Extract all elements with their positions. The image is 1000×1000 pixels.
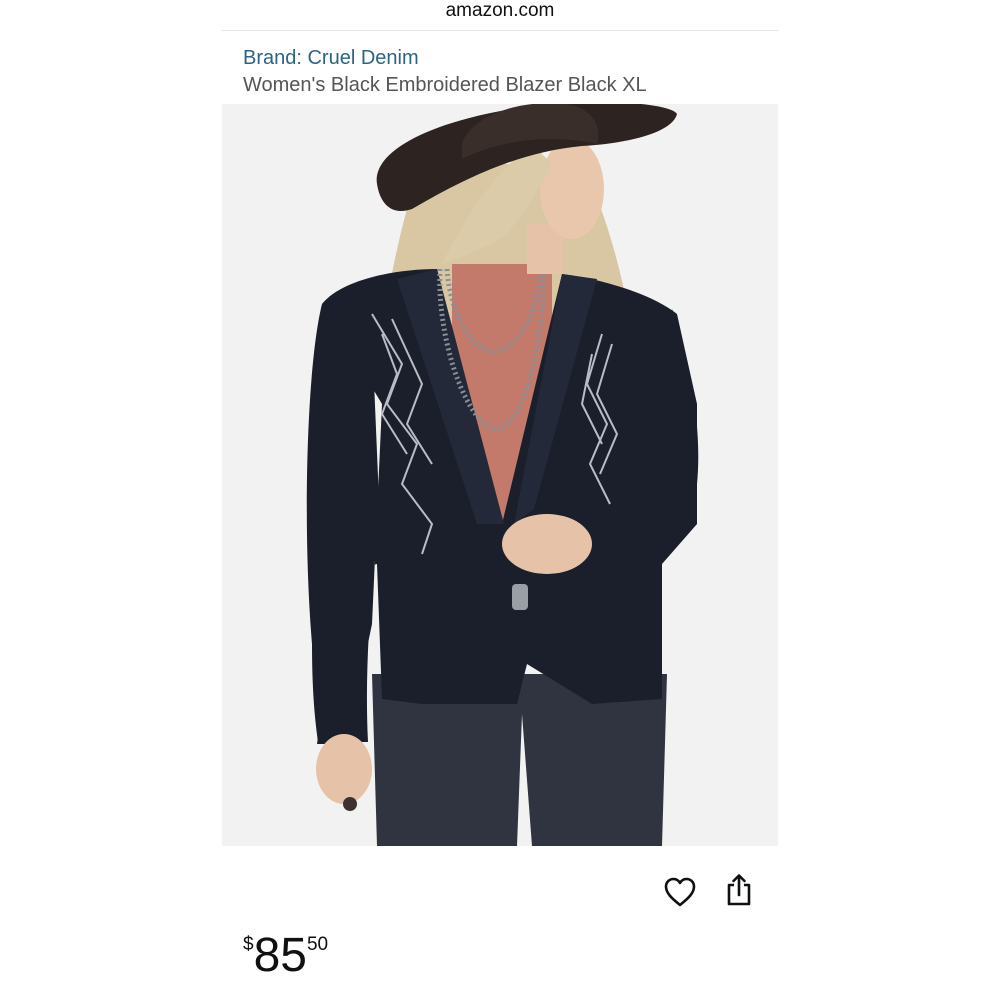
brand-link[interactable]: Brand: Cruel Denim — [243, 46, 419, 70]
product-image[interactable] — [222, 104, 778, 846]
price-fraction: 50 — [306, 934, 329, 955]
url-text: amazon.com — [445, 0, 555, 21]
wishlist-button[interactable] — [662, 874, 698, 910]
share-icon — [727, 874, 751, 906]
product-title: Women's Black Embroidered Blazer Black X… — [243, 74, 647, 96]
product-page: amazon.com Brand: Cruel Denim Women's Bl… — [0, 0, 1000, 1000]
price-whole: 85 — [253, 929, 307, 982]
product-photo — [222, 104, 778, 846]
heart-icon — [664, 877, 696, 907]
address-bar[interactable]: amazon.com — [222, 0, 778, 31]
share-button[interactable] — [721, 872, 757, 908]
price: $8550 — [243, 928, 328, 984]
price-currency-symbol: $ — [243, 934, 254, 955]
